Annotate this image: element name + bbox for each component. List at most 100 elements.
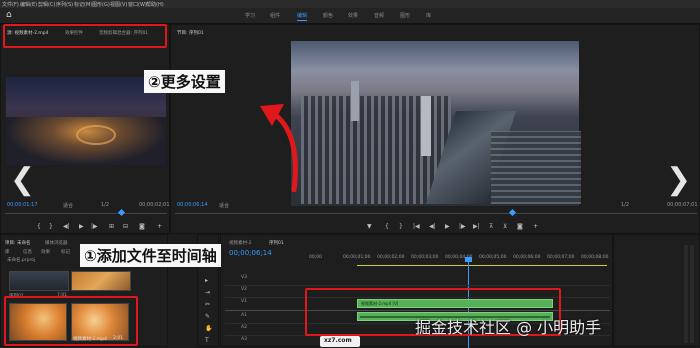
menu-window[interactable]: 窗口(W) xyxy=(128,1,147,8)
menu-bar: 文件(F) 编辑(E) 剪辑(C) 序列(S) 标记(M) 图形(G) 视图(V… xyxy=(0,0,700,8)
extract-icon[interactable]: ⊻ xyxy=(503,223,507,230)
program-scale-dropdown[interactable]: 1/2 xyxy=(621,202,629,208)
go-to-out-icon[interactable]: ▶| xyxy=(473,223,480,230)
overwrite-icon[interactable]: ⊟ xyxy=(123,223,128,230)
program-monitor-panel: 节目: 序列01 00;00;06;14 适合 1/2 00;00;07;01 … xyxy=(170,24,700,234)
next-arrow-icon[interactable]: ❯ xyxy=(666,162,691,197)
source-playhead[interactable] xyxy=(117,208,126,217)
audio-meter-bar xyxy=(684,245,688,343)
step-back-icon[interactable]: ◀| xyxy=(63,223,70,230)
step-forward-icon[interactable]: |▶ xyxy=(91,223,98,230)
mark-out-icon[interactable]: } xyxy=(49,223,53,230)
selection-tool-icon[interactable]: ▸ xyxy=(205,277,208,284)
add-button-icon[interactable]: + xyxy=(157,223,162,230)
tab-media-browser[interactable]: 媒体浏览器 xyxy=(45,240,68,246)
site-badge: xz7.com xyxy=(320,336,360,347)
prev-arrow-icon[interactable]: ❮ xyxy=(10,162,35,197)
audio-meter-bar xyxy=(690,245,694,343)
play-icon[interactable]: ▶ xyxy=(445,223,450,230)
project-search-input[interactable]: 未命名.prproj xyxy=(7,257,35,263)
track-label[interactable]: A3 xyxy=(241,337,247,342)
program-title[interactable]: 节目: 序列01 xyxy=(177,30,204,36)
tab-effects[interactable]: 效果 xyxy=(41,249,50,255)
menu-help[interactable]: 帮助(H) xyxy=(146,1,164,8)
project-item-thumb-clip-top[interactable] xyxy=(71,271,131,291)
mark-in-icon[interactable]: { xyxy=(385,223,389,230)
menu-file[interactable]: 文件(F) xyxy=(2,1,19,8)
play-icon[interactable]: ▶ xyxy=(79,223,84,230)
project-item-thumb-sequence[interactable] xyxy=(9,271,69,291)
track-label[interactable]: A1 xyxy=(241,313,247,318)
curved-arrow-icon xyxy=(260,104,298,192)
hand-tool-icon[interactable]: ✋ xyxy=(205,325,212,332)
tab-timeline-source[interactable]: 视频素材-2 xyxy=(229,240,252,246)
playhead-handle[interactable] xyxy=(465,257,472,262)
highlight-source-tabs xyxy=(3,24,167,48)
source-scale-dropdown[interactable]: 1/2 xyxy=(101,202,109,208)
workspace-graphics[interactable]: 图形 xyxy=(400,12,410,19)
workspace-audio[interactable]: 音频 xyxy=(374,12,384,19)
timeline-timecode[interactable]: 00;00;06;14 xyxy=(229,249,272,257)
tab-markers[interactable]: 标记 xyxy=(61,249,70,255)
source-monitor-panel: 源: 视频素材-2.mp4 效果控件 音频剪辑混合器: 序列01 00;00;0… xyxy=(0,24,170,234)
source-fit-dropdown[interactable]: 适合 xyxy=(63,202,73,209)
ruler-tick: 00;00 xyxy=(309,255,322,260)
program-video-frame xyxy=(291,41,581,206)
lift-icon[interactable]: ⊼ xyxy=(489,223,493,230)
menu-clip[interactable]: 剪辑(C) xyxy=(38,1,55,8)
program-fit-dropdown[interactable]: 适合 xyxy=(219,202,229,209)
tab-project[interactable]: 项目: 未命名 xyxy=(5,240,30,246)
workspace-learn[interactable]: 学习 xyxy=(245,12,255,19)
export-frame-icon[interactable]: ◙ xyxy=(517,223,523,230)
workspace-effects[interactable]: 效果 xyxy=(348,12,358,19)
ruler-tick: 00;00;01;00 xyxy=(343,255,371,260)
ruler-tick: 00;00;05;00 xyxy=(479,255,507,260)
source-video-frame xyxy=(6,77,166,165)
menu-edit[interactable]: 编辑(E) xyxy=(20,1,37,8)
pen-tool-icon[interactable]: ✎ xyxy=(205,313,210,320)
step-back-icon[interactable]: ◀| xyxy=(429,223,436,230)
menu-sequence[interactable]: 序列(S) xyxy=(56,1,73,8)
add-button-icon[interactable]: + xyxy=(533,223,538,230)
ruler-tick: 00;00;08;00 xyxy=(581,255,609,260)
go-to-in-icon[interactable]: |◀ xyxy=(413,223,420,230)
mark-in-icon[interactable]: { xyxy=(37,223,41,230)
source-duration: 00;00;02;01 xyxy=(139,202,170,208)
workspace-libraries[interactable]: 库 xyxy=(426,12,431,19)
menu-marker[interactable]: 标记(M) xyxy=(74,1,92,8)
menu-graphics[interactable]: 图形(G) xyxy=(92,1,110,8)
source-timecode[interactable]: 00;00;01;17 xyxy=(7,202,38,208)
ruler-tick: 00;00;02;00 xyxy=(377,255,405,260)
workspace-color[interactable]: 颜色 xyxy=(323,12,333,19)
callout-add-to-timeline: ①添加文件至时间轴 xyxy=(80,244,221,267)
step-forward-icon[interactable]: |▶ xyxy=(459,223,466,230)
track-divider xyxy=(225,285,610,286)
tab-info[interactable]: 信息 xyxy=(23,249,32,255)
program-playhead[interactable] xyxy=(508,208,517,217)
workspace-assembly[interactable]: 组件 xyxy=(270,12,280,19)
export-frame-icon[interactable]: ◙ xyxy=(139,223,145,230)
track-label[interactable]: V1 xyxy=(241,299,247,304)
workspace-editing[interactable]: 编辑 xyxy=(297,12,308,21)
menu-view[interactable]: 视图(V) xyxy=(110,1,127,8)
program-timecode[interactable]: 00;00;06;14 xyxy=(177,202,208,208)
add-marker-icon[interactable]: ▼ xyxy=(367,223,372,230)
work-area-bar[interactable] xyxy=(357,265,607,266)
track-label[interactable]: V2 xyxy=(241,287,247,292)
ruler-tick: 00;00;03;00 xyxy=(411,255,439,260)
razor-tool-icon[interactable]: ✂ xyxy=(205,301,210,308)
tab-timeline-sequence[interactable]: 序列01 xyxy=(269,240,284,246)
site-badge-text: xz7.com xyxy=(324,337,352,344)
highlight-project-items xyxy=(4,296,138,346)
home-icon[interactable]: ⌂ xyxy=(6,10,12,20)
insert-icon[interactable]: ⊞ xyxy=(109,223,114,230)
track-label[interactable]: A2 xyxy=(241,325,247,330)
type-tool-icon[interactable]: T xyxy=(205,337,209,344)
ruler-tick: 00;00;06;00 xyxy=(513,255,541,260)
track-label[interactable]: V3 xyxy=(241,275,247,280)
tab-libraries[interactable]: 库 xyxy=(5,249,10,255)
track-select-icon[interactable]: ⇥ xyxy=(205,289,210,296)
mark-out-icon[interactable]: } xyxy=(399,223,403,230)
callout-more-settings: ②更多设置 xyxy=(144,70,225,93)
workspace-bar: ⌂ 学习 组件 编辑 颜色 效果 音频 图形 库 xyxy=(0,8,700,24)
